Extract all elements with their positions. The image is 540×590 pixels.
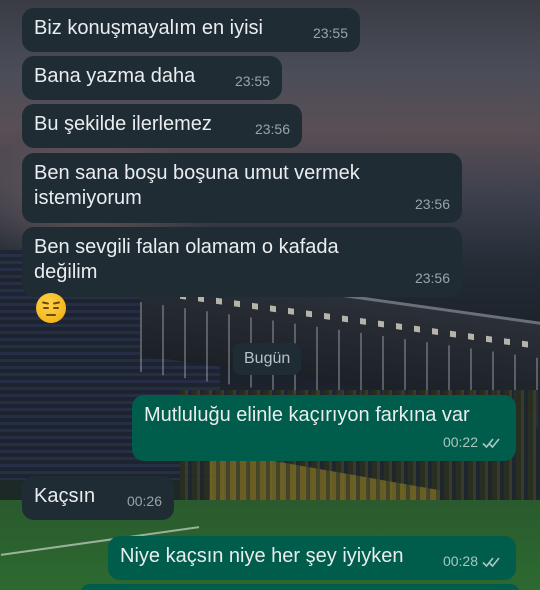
outgoing-message-partial[interactable] [80,584,520,590]
message-meta: 23:56 [415,266,450,291]
message-meta: 23:55 [313,21,348,46]
message-meta: 23:56 [415,192,450,217]
emoji-brow [52,301,61,305]
message-time: 23:56 [254,121,290,137]
message-time: 23:55 [312,25,348,41]
emoji-eye [43,307,49,309]
unamused-face-emoji-icon[interactable] [36,293,66,323]
message-text: Ben sana boşu boşuna umut vermek istemiy… [34,162,360,209]
double-check-icon [482,437,500,448]
outgoing-message[interactable]: Niye kaçsın niye her şey iyiyken 00:28 [108,536,516,580]
message-time: 23:55 [234,73,270,89]
message-meta: 23:56 [255,117,290,142]
message-time: 23:56 [414,270,450,286]
message-text: Niye kaçsın niye her şey iyiyken [120,545,404,567]
incoming-message[interactable]: Kaçsın 00:26 [22,476,174,520]
outgoing-message[interactable]: Mutluluğu elinle kaçırıyon farkına var 0… [132,395,516,461]
message-text: Ben sevgili falan olamam o kafada değili… [34,236,339,283]
incoming-message[interactable]: Biz konuşmayalım en iyisi 23:55 [22,8,360,52]
message-text: Bu şekilde ilerlemez [34,113,212,135]
message-time: 23:56 [414,196,450,212]
message-text: Mutluluğu elinle kaçırıyon farkına var [144,404,470,426]
message-meta: 00:26 [127,489,162,514]
emoji-eye [53,307,59,309]
message-time: 00:26 [126,493,162,509]
incoming-message[interactable]: Ben sevgili falan olamam o kafada değili… [22,227,462,297]
message-meta: 00:28 [443,549,504,574]
emoji-brow [41,301,50,305]
message-meta: 00:22 [443,430,504,455]
incoming-message[interactable]: Bana yazma daha 23:55 [22,56,282,100]
message-text: Biz konuşmayalım en iyisi [34,17,263,39]
message-time: 00:28 [442,553,478,569]
date-separator: Bugün [233,343,302,375]
message-meta: 23:55 [235,69,270,94]
incoming-message[interactable]: Bu şekilde ilerlemez 23:56 [22,104,302,148]
emoji-mouth [46,314,56,316]
double-check-icon [482,556,500,567]
incoming-message[interactable]: Ben sana boşu boşuna umut vermek istemiy… [22,153,462,223]
message-time: 00:22 [442,434,478,450]
